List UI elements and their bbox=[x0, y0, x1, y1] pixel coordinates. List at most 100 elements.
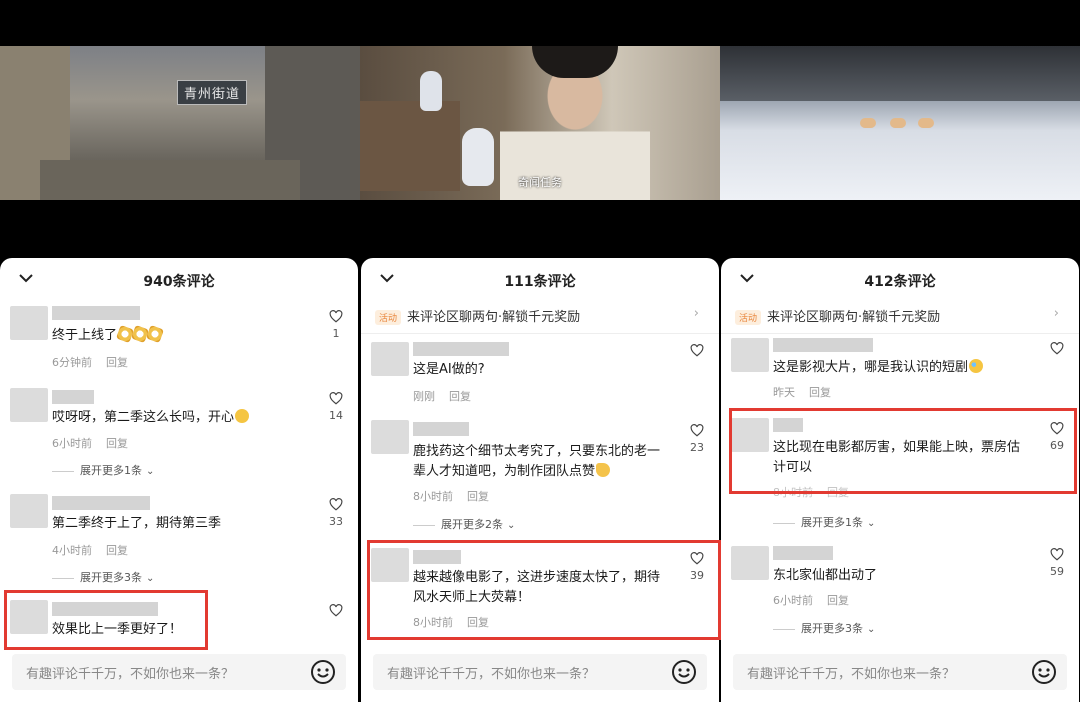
username-blurred[interactable] bbox=[52, 496, 150, 510]
comment-text: 第二季终于上了，期待第三季 bbox=[52, 516, 222, 531]
comment-input[interactable]: 有趣评论千千万，不如你也来一条？ bbox=[12, 654, 346, 690]
reply-button[interactable]: 回复 bbox=[449, 390, 471, 403]
smile-emoji-icon bbox=[235, 409, 250, 423]
expand-replies-button[interactable]: 展开更多1条 ⌄ bbox=[52, 462, 154, 478]
comment-count-title: 940条评论 bbox=[143, 274, 215, 290]
avatar[interactable] bbox=[371, 342, 409, 376]
promo-banner[interactable]: 活动 来评论区聊两句·解锁千元奖励 › bbox=[361, 302, 719, 334]
chevron-right-icon: › bbox=[1053, 306, 1059, 321]
avatar[interactable] bbox=[371, 420, 409, 454]
comment-time: 刚刚 bbox=[413, 390, 435, 403]
comment-text: 终于上线了 bbox=[52, 325, 164, 346]
comments-header: 111条评论 bbox=[361, 258, 719, 302]
heart-icon bbox=[329, 392, 343, 405]
comment-text: 东北家仙都出动了 bbox=[773, 568, 878, 583]
emoji-icon[interactable] bbox=[671, 659, 697, 685]
heart-icon bbox=[690, 424, 704, 437]
heart-icon bbox=[1050, 342, 1064, 355]
comment-input[interactable]: 有趣评论千千万，不如你也来一条？ bbox=[373, 654, 707, 690]
heart-icon bbox=[1050, 548, 1064, 561]
comment-meta: 昨天 回复 bbox=[773, 384, 831, 400]
video-frame-street: 青州街道 bbox=[0, 46, 360, 200]
username-blurred[interactable] bbox=[52, 306, 140, 320]
reply-button[interactable]: 回复 bbox=[106, 356, 128, 369]
like-button[interactable] bbox=[1049, 342, 1065, 355]
avatar[interactable] bbox=[10, 494, 48, 528]
expand-replies-button[interactable]: 展开更多2条 ⌄ bbox=[413, 516, 515, 532]
activity-tag: 活动 bbox=[735, 310, 762, 325]
avatar[interactable] bbox=[731, 546, 769, 580]
expand-replies-button[interactable]: 展开更多3条 ⌄ bbox=[773, 620, 875, 636]
like-button[interactable]: 23 bbox=[689, 424, 705, 454]
username-blurred[interactable] bbox=[773, 338, 873, 352]
heart-icon bbox=[329, 310, 343, 323]
reply-button[interactable]: 回复 bbox=[106, 437, 128, 450]
emoji-icon[interactable] bbox=[1031, 659, 1057, 685]
video-frame-phone-call: 奇闻任务 bbox=[360, 46, 720, 200]
like-button[interactable]: 1 bbox=[328, 310, 344, 340]
like-button[interactable]: 33 bbox=[328, 498, 344, 528]
avatar[interactable] bbox=[10, 306, 48, 340]
comment-meta: 8小时前 回复 bbox=[413, 488, 489, 504]
comment-time: 6分钟前 bbox=[52, 356, 92, 369]
comment-input-placeholder: 有趣评论千千万，不如你也来一条？ bbox=[26, 667, 235, 682]
animal-in-snow bbox=[918, 118, 934, 128]
comment-meta: 6分钟前 回复 bbox=[52, 354, 128, 370]
animal-in-snow bbox=[860, 118, 876, 128]
highlight-box bbox=[4, 590, 208, 650]
highlight-box bbox=[367, 540, 721, 640]
video-frame-snow bbox=[720, 46, 1080, 200]
promo-banner[interactable]: 活动 来评论区聊两句·解锁千元奖励 › bbox=[721, 302, 1079, 334]
comment-meta: 4小时前 回复 bbox=[52, 542, 128, 558]
comment-text: 这是AI做的? bbox=[413, 362, 485, 377]
username-blurred[interactable] bbox=[413, 422, 469, 436]
expand-replies-button[interactable]: 展开更多1条 ⌄ bbox=[773, 514, 875, 530]
avatar[interactable] bbox=[10, 388, 48, 422]
comment-text: 这是影视大片，哪是我认识的短剧 bbox=[773, 358, 984, 378]
comment-input-placeholder: 有趣评论千千万，不如你也来一条？ bbox=[387, 667, 596, 682]
like-count: 33 bbox=[329, 515, 343, 528]
street-sign: 青州街道 bbox=[177, 80, 248, 105]
reply-button[interactable]: 回复 bbox=[827, 594, 849, 607]
activity-tag: 活动 bbox=[375, 310, 402, 325]
video-watermark: 奇闻任务 bbox=[518, 176, 562, 189]
comment-time: 昨天 bbox=[773, 386, 795, 399]
vase bbox=[420, 71, 442, 111]
comment-time: 4小时前 bbox=[52, 544, 92, 557]
like-button[interactable]: 14 bbox=[328, 392, 344, 422]
expand-replies-button[interactable]: 展开更多3条 ⌄ bbox=[52, 569, 154, 585]
animal-in-snow bbox=[890, 118, 906, 128]
username-blurred[interactable] bbox=[773, 546, 833, 560]
reply-button[interactable]: 回复 bbox=[467, 490, 489, 503]
reply-button[interactable]: 回复 bbox=[106, 544, 128, 557]
username-blurred[interactable] bbox=[413, 342, 509, 356]
banner-text: 来评论区聊两句·解锁千元奖励 bbox=[767, 310, 941, 325]
heart-icon bbox=[690, 344, 704, 357]
crying-laughing-emoji-icon bbox=[969, 359, 984, 373]
comment-input[interactable]: 有趣评论千千万，不如你也来一条？ bbox=[733, 654, 1067, 690]
thumbs-up-emoji-icon bbox=[596, 463, 611, 477]
comment-count-title: 111条评论 bbox=[504, 274, 576, 290]
video-frames-strip: 青州街道 奇闻任务 bbox=[0, 46, 1080, 200]
comments-header: 412条评论 bbox=[721, 258, 1079, 302]
emoji-icon[interactable] bbox=[310, 659, 336, 685]
banner-text: 来评论区聊两句·解锁千元奖励 bbox=[407, 310, 581, 325]
comment-input-placeholder: 有趣评论千千万，不如你也来一条？ bbox=[747, 667, 956, 682]
like-button[interactable] bbox=[328, 604, 344, 617]
like-button[interactable]: 59 bbox=[1049, 548, 1065, 578]
reply-button[interactable]: 回复 bbox=[809, 386, 831, 399]
username-blurred[interactable] bbox=[52, 390, 94, 404]
heart-icon bbox=[329, 604, 343, 617]
shelf bbox=[360, 101, 460, 191]
comment-count-title: 412条评论 bbox=[864, 274, 936, 290]
mountain-ridge bbox=[720, 46, 1080, 101]
highlight-box bbox=[729, 408, 1077, 494]
avatar[interactable] bbox=[731, 338, 769, 372]
comment-text: 哎呀呀，第二季这么长吗，开心 bbox=[52, 408, 250, 428]
like-button[interactable] bbox=[689, 344, 705, 357]
street bbox=[40, 160, 300, 200]
like-count: 59 bbox=[1050, 565, 1064, 578]
comment-time: 6小时前 bbox=[52, 437, 92, 450]
like-count: 23 bbox=[690, 441, 704, 454]
comment-time: 6小时前 bbox=[773, 594, 813, 607]
